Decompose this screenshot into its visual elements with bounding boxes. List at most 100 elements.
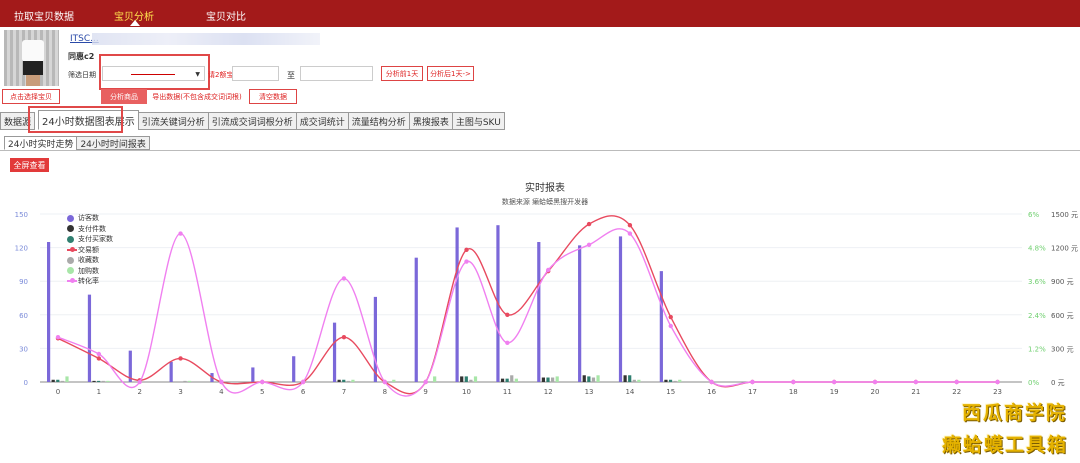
y-money-tick-label: 900 元 <box>1051 278 1074 286</box>
x-tick-label: 14 <box>625 388 634 396</box>
fullscreen-button[interactable]: 全屏查看 <box>10 158 49 172</box>
tab-black-search[interactable]: 黑搜报表 <box>408 112 453 130</box>
bar <box>414 257 418 382</box>
bar <box>500 378 505 382</box>
y-money-tick-label: 1200 元 <box>1051 245 1078 253</box>
y-money-tick-label: 1500 元 <box>1051 211 1078 219</box>
x-tick-label: 18 <box>789 388 798 396</box>
analyze-button[interactable]: 分析商品 <box>101 89 147 104</box>
tab-keyword-analysis[interactable]: 引流关键词分析 <box>137 112 209 130</box>
bar <box>183 380 187 382</box>
bar <box>460 376 464 382</box>
tab-deal-words[interactable]: 成交词统计 <box>295 112 349 130</box>
bar <box>469 379 473 382</box>
x-tick-label: 21 <box>911 388 920 396</box>
bar <box>664 379 668 382</box>
chart-legend: 访客数 支付件数 支付买家数 交易额 收藏数 加购数 转化率 <box>67 213 113 287</box>
x-tick-label: 22 <box>952 388 961 396</box>
conversion-point <box>872 379 878 385</box>
end-date-input[interactable] <box>300 66 373 81</box>
highlight-box-date <box>99 54 210 90</box>
tab-main-image-sku[interactable]: 主图与SKU <box>451 112 505 130</box>
bar <box>623 375 627 382</box>
bar <box>555 376 559 382</box>
conversion-line <box>57 228 998 397</box>
x-tick-label: 16 <box>707 388 716 396</box>
bar <box>346 380 350 382</box>
y-left-tick-label: 150 <box>15 211 28 219</box>
nav-pull-data[interactable]: 拉取宝贝数据 <box>14 8 74 23</box>
select-product-button[interactable]: 点击选择宝贝 <box>2 89 60 104</box>
conversion-point <box>546 267 551 273</box>
y-rate-tick-label: 2.4% <box>1028 312 1046 320</box>
bar <box>551 377 555 382</box>
bar <box>392 379 396 382</box>
bar <box>101 380 105 382</box>
prev-day-button[interactable]: 分析前1天 <box>381 66 423 81</box>
bar <box>292 356 296 382</box>
x-tick-label: 9 <box>423 388 427 396</box>
bar <box>56 379 60 382</box>
tab-time-report[interactable]: 24小时时间报表 <box>76 136 150 150</box>
tab-traffic-structure[interactable]: 流量结构分析 <box>347 112 410 130</box>
conversion-point <box>341 276 347 281</box>
bar <box>106 380 110 382</box>
bar <box>92 380 96 382</box>
x-tick-label: 3 <box>178 388 182 396</box>
clear-data-button[interactable]: 清空数据 <box>249 89 297 104</box>
x-tick-label: 13 <box>585 388 594 396</box>
legend-item[interactable]: 支付买家数 <box>67 234 113 245</box>
legend-item[interactable]: 支付件数 <box>67 224 113 235</box>
conversion-point <box>831 379 837 385</box>
y-left-tick-label: 60 <box>19 312 28 320</box>
conversion-point <box>55 335 61 340</box>
legend-item[interactable]: 交易额 <box>67 245 113 256</box>
bar <box>87 294 92 382</box>
conversion-point <box>586 242 592 247</box>
x-tick-label: 0 <box>56 388 60 396</box>
bar <box>251 367 255 382</box>
conversion-point <box>505 340 510 345</box>
bar <box>47 242 51 382</box>
legend-item[interactable]: 访客数 <box>67 213 113 224</box>
nav-product-compare[interactable]: 宝贝对比 <box>206 8 246 23</box>
y-rate-tick-label: 3.6% <box>1028 278 1046 286</box>
end-date-field[interactable] <box>232 66 279 81</box>
revenue-point <box>668 314 673 320</box>
revenue-line <box>57 215 998 395</box>
tab-root-analysis[interactable]: 引流成交词词根分析 <box>207 112 297 130</box>
bar <box>637 379 641 382</box>
x-tick-label: 11 <box>503 388 512 396</box>
bar <box>342 379 346 382</box>
x-tick-label: 6 <box>301 388 306 396</box>
legend-item[interactable]: 收藏数 <box>67 255 113 266</box>
x-tick-label: 5 <box>260 388 264 396</box>
conversion-point <box>178 231 183 236</box>
highlight-box-tab <box>28 106 123 133</box>
conversion-point <box>668 323 673 329</box>
revenue-point <box>341 335 347 340</box>
conversion-point <box>219 379 224 385</box>
tab-realtime-trend[interactable]: 24小时实时走势 <box>4 136 78 150</box>
to-label: 至 <box>287 71 295 80</box>
x-tick-label: 20 <box>871 388 880 396</box>
bar <box>668 379 673 382</box>
conversion-point <box>750 379 755 385</box>
x-tick-label: 12 <box>544 388 553 396</box>
shop-name: 同惠c2 <box>68 52 95 61</box>
bar <box>587 376 591 382</box>
product-thumbnail[interactable] <box>4 30 59 86</box>
bar <box>546 377 550 382</box>
bar <box>659 271 663 382</box>
legend-item[interactable]: 加购数 <box>67 266 113 277</box>
revenue-point <box>464 247 469 253</box>
x-tick-label: 7 <box>342 388 346 396</box>
bar <box>473 376 478 382</box>
export-button[interactable]: 导出数据(不包含成交词词根) <box>150 89 244 104</box>
bar <box>673 380 677 382</box>
x-tick-label: 1 <box>97 388 101 396</box>
x-tick-label: 4 <box>219 388 224 396</box>
next-day-button[interactable]: 分析后1天-> <box>427 66 474 81</box>
legend-item[interactable]: 转化率 <box>67 276 113 287</box>
conversion-point <box>423 379 428 385</box>
